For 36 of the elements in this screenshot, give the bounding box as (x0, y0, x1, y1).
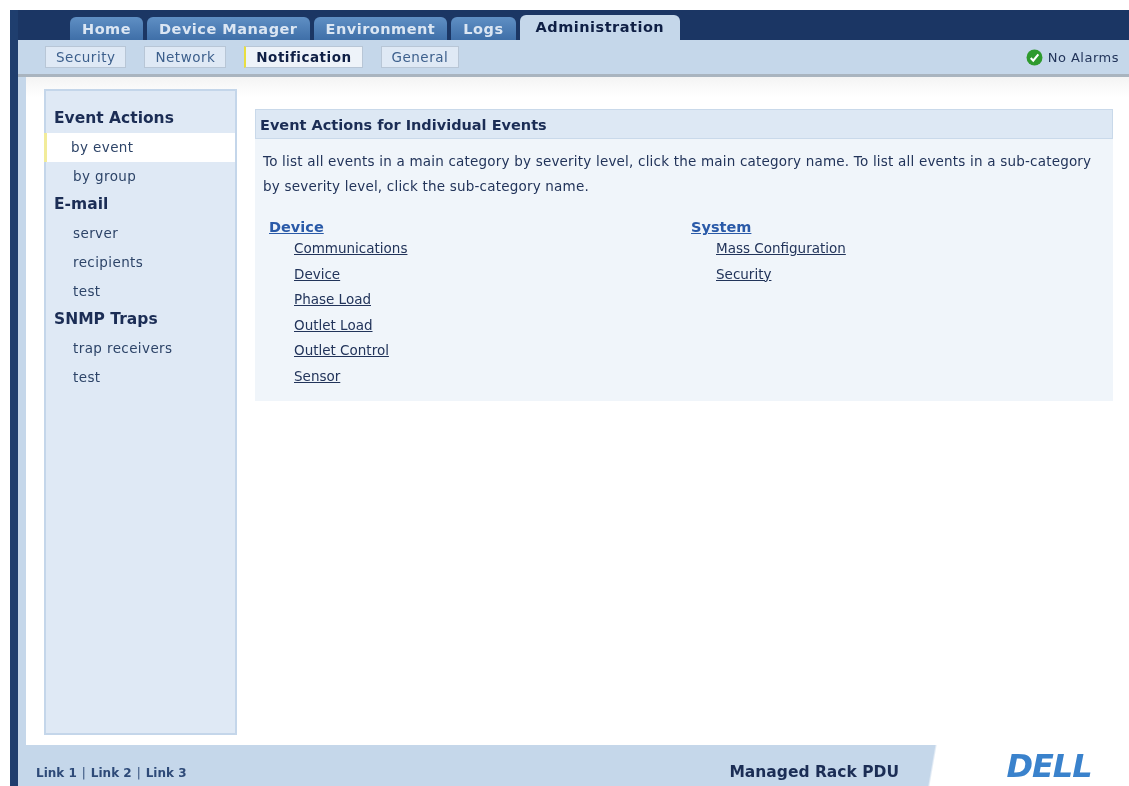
footer-link[interactable]: Link 1 (36, 765, 77, 780)
subcategory-link[interactable]: Mass Configuration (716, 236, 846, 262)
sub-tab[interactable]: Network (144, 46, 227, 68)
subcategory-link[interactable]: Device (294, 261, 341, 287)
link-separator: | (136, 765, 141, 780)
sidebar-item[interactable]: trap receivers (46, 334, 235, 363)
section-heading: Event Actions (53, 108, 175, 129)
link-separator: | (81, 765, 86, 780)
subcategory-link[interactable]: Phase Load (294, 287, 371, 313)
section-heading: SNMP Traps (53, 309, 159, 330)
brand-logo: DELL (1006, 746, 1092, 785)
sidebar-item[interactable]: test (46, 363, 235, 392)
subcategory-link[interactable]: Outlet Load (294, 312, 373, 338)
sub-tab[interactable]: General (380, 46, 460, 68)
category-link[interactable]: System (691, 219, 752, 236)
category-link[interactable]: Device (269, 219, 324, 236)
checkmark-icon (1025, 48, 1043, 66)
sidebar-item[interactable]: by group (46, 162, 235, 191)
footer-link[interactable]: Link 3 (145, 765, 187, 780)
subcategory-link[interactable]: Outlet Control (294, 338, 389, 364)
panel-title: Event Actions for Individual Events (255, 109, 1113, 139)
section-heading: E-mail (53, 194, 110, 215)
sub-tab[interactable]: Notification (244, 46, 363, 68)
subcategory-link[interactable]: Sensor (294, 363, 341, 389)
alarm-status: No Alarms (1047, 49, 1119, 65)
sidebar-item[interactable]: server (46, 219, 235, 248)
sidebar-item[interactable]: recipients (46, 248, 235, 277)
description-text: To list all events in a main category by severity level, click the main category name. To list all events in a sub-category by severity level, click the sub-category name. (262, 152, 1093, 196)
sidebar-item[interactable]: by event (44, 133, 235, 162)
nav-tab[interactable]: Administration (519, 15, 681, 40)
subcategory-link[interactable]: Communications (294, 236, 408, 262)
subcategory-link[interactable]: Security (716, 261, 772, 287)
footer-link[interactable]: Link 2 (90, 765, 132, 780)
product-name: Managed Rack PDU (729, 761, 899, 781)
sidebar-item[interactable]: test (46, 277, 235, 306)
sub-tab[interactable]: Security (45, 46, 127, 68)
